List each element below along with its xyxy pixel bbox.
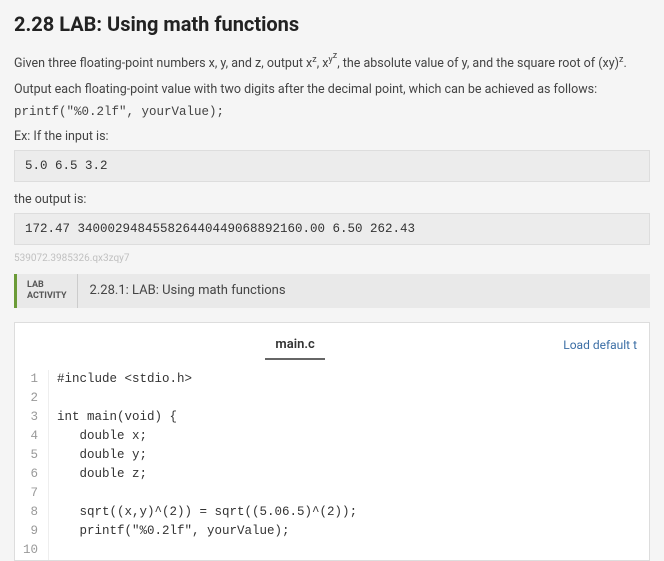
printf-example: printf("%0.2lf", yourValue); (14, 105, 650, 119)
desc-text: . (623, 56, 626, 71)
line-number: 8 (23, 503, 38, 522)
code-line (57, 541, 649, 560)
line-number: 7 (23, 484, 38, 503)
line-number: 1 (23, 370, 38, 389)
line-number-gutter: 1 2 3 4 5 6 7 8 9 10 (15, 370, 49, 560)
code-line: #include <stdio.h> (57, 370, 649, 389)
file-tab-main-c[interactable]: main.c (265, 331, 324, 360)
code-tabs-bar: main.c Load default t (15, 323, 649, 364)
activity-title: 2.28.1: LAB: Using math functions (78, 274, 298, 308)
description-line-1: Given three floating-point numbers x, y,… (14, 50, 650, 74)
line-number: 6 (23, 465, 38, 484)
code-line: double y; (57, 446, 649, 465)
line-number: 5 (23, 446, 38, 465)
input-sample-box: 5.0 6.5 3.2 (14, 150, 650, 182)
badge-line-2: ACTIVITY (27, 291, 67, 302)
code-line: sqrt((x,y)^(2)) = sqrt((5.06.5)^(2)); (57, 503, 649, 522)
code-lines[interactable]: #include <stdio.h> int main(void) { doub… (49, 370, 649, 560)
code-line (57, 389, 649, 408)
desc-text: , the absolute value of y, and the squar… (337, 56, 619, 71)
page-title: 2.28 LAB: Using math functions (14, 12, 650, 36)
line-number: 10 (23, 541, 38, 560)
description-line-2: Output each floating-point value with tw… (14, 80, 650, 99)
line-number: 3 (23, 408, 38, 427)
desc-text: , x (317, 56, 329, 71)
code-line: double x; (57, 427, 649, 446)
example-input-label: Ex: If the input is: (14, 129, 650, 144)
code-panel: main.c Load default t 1 2 3 4 5 6 7 8 9 … (14, 322, 650, 561)
line-number: 4 (23, 427, 38, 446)
line-number: 9 (23, 522, 38, 541)
watermark-text: 539072.3985326.qx3zqy7 (14, 253, 650, 264)
code-line: double z; (57, 465, 649, 484)
badge-line-1: LAB (27, 280, 67, 291)
superscript-yz: yz (328, 55, 337, 65)
code-line (57, 484, 649, 503)
activity-header: LAB ACTIVITY 2.28.1: LAB: Using math fun… (14, 274, 650, 308)
line-number: 2 (23, 389, 38, 408)
code-editor[interactable]: 1 2 3 4 5 6 7 8 9 10 #include <stdio.h> … (15, 364, 649, 560)
code-line: printf("%0.2lf", yourValue); (57, 522, 649, 541)
output-label: the output is: (14, 192, 650, 207)
code-line: int main(void) { (57, 408, 649, 427)
load-default-link[interactable]: Load default t (563, 338, 637, 352)
desc-text: Given three floating-point numbers x, y,… (14, 56, 312, 71)
lab-activity-badge: LAB ACTIVITY (17, 274, 78, 308)
output-sample-box: 172.47 340002948455826440449068892160.00… (14, 213, 650, 245)
